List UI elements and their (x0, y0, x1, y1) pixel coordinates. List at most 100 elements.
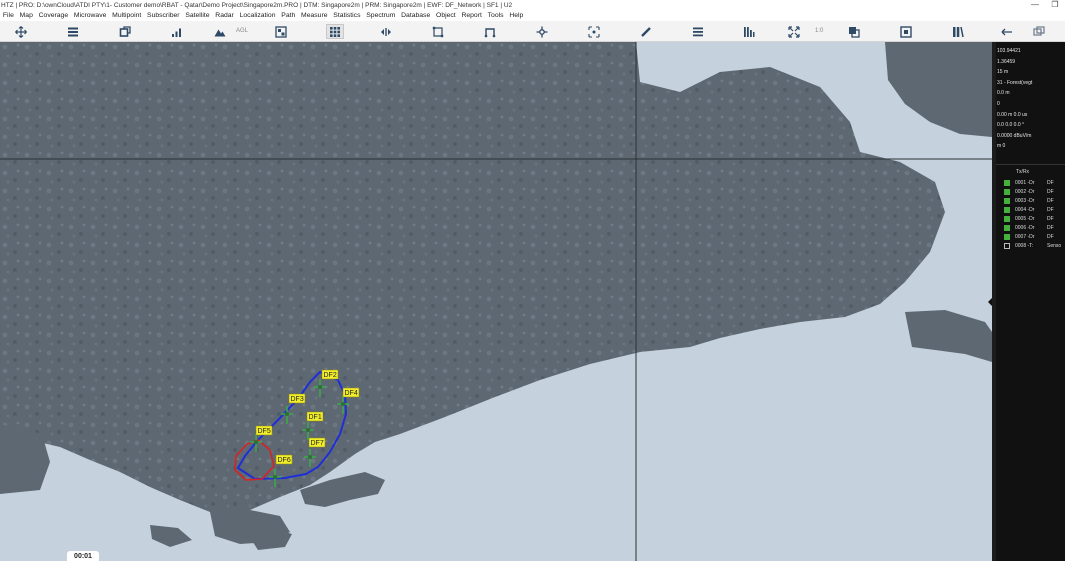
menu-radar[interactable]: Radar (212, 12, 236, 19)
antenna-icon (273, 475, 277, 479)
df-label: DF1 (309, 414, 322, 421)
readout-angles: 0.0 0.0 0.0 ° (997, 122, 1025, 129)
station-type: DF (1047, 197, 1054, 204)
target-icon[interactable] (585, 24, 603, 39)
station-row[interactable]: 0006 -Dr DF (1004, 223, 1065, 232)
menu-microwave[interactable]: Microwave (71, 12, 109, 19)
grid-icon[interactable] (326, 24, 344, 39)
menu-bar: File Map Coverage Microwave Multipoint S… (0, 10, 1065, 21)
maximize-button[interactable]: ❐ (1045, 0, 1065, 10)
station-name: 0006 -Dr (1015, 224, 1035, 231)
menu-measure[interactable]: Measure (298, 12, 330, 19)
menu-subscriber[interactable]: Subscriber (144, 12, 182, 19)
station-checkbox[interactable] (1004, 233, 1010, 240)
menu-object[interactable]: Object (433, 12, 458, 19)
station-type: DF (1047, 179, 1054, 186)
station-type: DF (1047, 215, 1054, 222)
menu-database[interactable]: Database (398, 12, 433, 19)
station-type: DF (1047, 188, 1054, 195)
antenna-icon (308, 455, 312, 459)
menu-localization[interactable]: Localization (237, 12, 279, 19)
df-label: DF2 (324, 372, 337, 379)
bars-icon[interactable] (740, 24, 758, 39)
station-checkbox[interactable] (1004, 188, 1010, 195)
station-checkbox[interactable] (1004, 206, 1010, 213)
overlay-icon[interactable] (1030, 24, 1048, 39)
station-row[interactable]: 0005 -Dr DF (1004, 214, 1065, 223)
layers-icon[interactable] (64, 24, 82, 39)
frame-icon[interactable] (897, 24, 915, 39)
readout-longitude: 103.94421 (997, 48, 1021, 54)
station-checkbox[interactable] (1004, 179, 1010, 186)
menu-report[interactable]: Report (459, 12, 485, 19)
station-name: 0004 -Dr (1015, 206, 1035, 213)
df-label: DF3 (291, 396, 304, 403)
station-checkbox[interactable] (1004, 242, 1010, 249)
split-icon[interactable] (949, 24, 967, 39)
menu-multipoint[interactable]: Multipoint (109, 12, 144, 19)
station-checkbox[interactable] (1004, 224, 1010, 231)
cursor-readouts: 103.94421 1.36459 15 m 31 - Forest(vegt … (997, 46, 1065, 162)
station-row[interactable]: 0008 -T: Senso (1004, 241, 1065, 250)
antenna-icon (285, 412, 289, 416)
readout-extra: m 0 (997, 143, 1006, 150)
station-name: 0005 -Dr (1015, 215, 1035, 222)
coverage-icon[interactable] (116, 24, 134, 39)
readout-distance: 0.00 m 0.0 us (997, 111, 1028, 118)
back-icon[interactable] (998, 24, 1016, 39)
menu-map[interactable]: Map (17, 12, 36, 19)
agl-label: AGL (236, 28, 249, 34)
readout-count: 0 (997, 100, 1000, 107)
window-title: HTZ | PRO: D:\ownCloud\ATDI PTY\1- Custo… (1, 1, 513, 9)
df-label: DF4 (345, 390, 358, 397)
station-row[interactable]: 0007 -Dr DF (1004, 232, 1065, 241)
station-checkbox[interactable] (1004, 215, 1010, 222)
station-list: 0001 -Dr DF 0002 -Dr DF 0003 -Dr DF 0004 -Dr DF… (1004, 178, 1065, 250)
menu-path[interactable]: Path (278, 12, 298, 19)
station-name: 0002 -Dr (1015, 188, 1035, 195)
map-view[interactable]: DF2 DF3 DF4 DF1 DF5 DF7 DF6 (0, 42, 992, 561)
network-icon[interactable] (533, 24, 551, 39)
ratio-label: 1:0 (815, 28, 824, 34)
station-list-header: Tx/Rx (1016, 169, 1030, 175)
df-label: DF7 (311, 440, 324, 447)
readout-altitude: 15 m (997, 69, 1009, 76)
panel-grip[interactable] (992, 42, 996, 561)
station-row[interactable]: 0004 -Dr DF (1004, 205, 1065, 214)
menu-file[interactable]: File (0, 12, 17, 19)
antenna-icon (341, 402, 345, 406)
antenna-icon (318, 385, 322, 389)
toolbar: AGL 1:0 (0, 21, 1065, 42)
station-name: 0003 -Dr (1015, 197, 1035, 204)
station-type: DF (1047, 233, 1054, 240)
station-type: DF (1047, 224, 1054, 231)
antenna-icon (306, 428, 310, 432)
menu-statistics[interactable]: Statistics (330, 12, 363, 19)
menu-satellite[interactable]: Satellite (182, 12, 212, 19)
time-indicator: 00:01 (67, 551, 99, 561)
ruler-icon[interactable] (637, 24, 655, 39)
station-name: 0007 -Dr (1015, 233, 1035, 240)
menu-coverage[interactable]: Coverage (36, 12, 71, 19)
pan-icon[interactable] (377, 24, 395, 39)
info-panel: 103.94421 1.36459 15 m 31 - Forest(vegt … (988, 42, 1065, 561)
windows-icon[interactable] (845, 24, 863, 39)
polygon-icon[interactable] (429, 24, 447, 39)
station-checkbox[interactable] (1004, 197, 1010, 204)
station-type: Senso (1047, 242, 1062, 249)
panel-toggle-arrow-icon[interactable] (988, 298, 992, 306)
minimize-button[interactable]: — (1025, 0, 1045, 10)
station-row[interactable]: 0001 -Dr DF (1004, 178, 1065, 187)
path-icon[interactable] (481, 24, 499, 39)
menu-help[interactable]: Help (506, 12, 526, 19)
menu-tools[interactable]: Tools (485, 12, 507, 19)
menu-spectrum[interactable]: Spectrum (363, 12, 398, 19)
station-row[interactable]: 0003 -Dr DF (1004, 196, 1065, 205)
list-icon[interactable] (689, 24, 707, 39)
agl-panel-icon[interactable] (272, 24, 290, 39)
move-icon[interactable] (12, 24, 30, 39)
fullscreen-icon[interactable] (785, 24, 803, 39)
station-row[interactable]: 0002 -Dr DF (1004, 187, 1065, 196)
signal-icon[interactable] (168, 24, 186, 39)
terrain-icon[interactable] (211, 24, 229, 39)
